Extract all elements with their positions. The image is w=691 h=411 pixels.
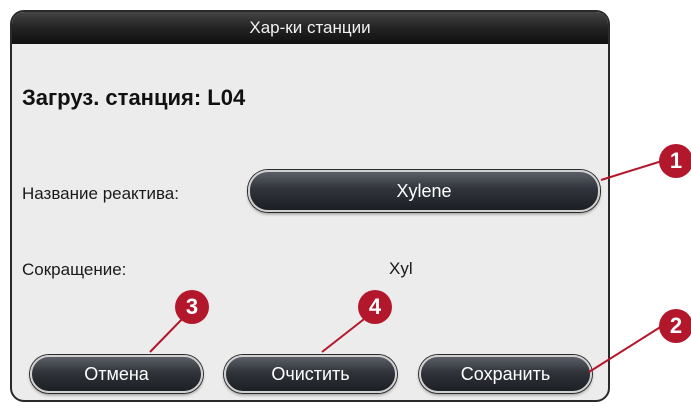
callout-3-marker: 3: [175, 290, 209, 324]
callout-1-marker: 1: [659, 144, 691, 178]
callout-2-marker: 2: [659, 309, 691, 343]
callout-4-marker: 4: [358, 290, 392, 324]
callout-3-line: [149, 315, 186, 353]
callout-1-line: [600, 160, 663, 181]
callout-4-line: [321, 315, 369, 353]
callout-2-line: [588, 325, 663, 373]
callout-leader-lines: [149, 160, 663, 373]
